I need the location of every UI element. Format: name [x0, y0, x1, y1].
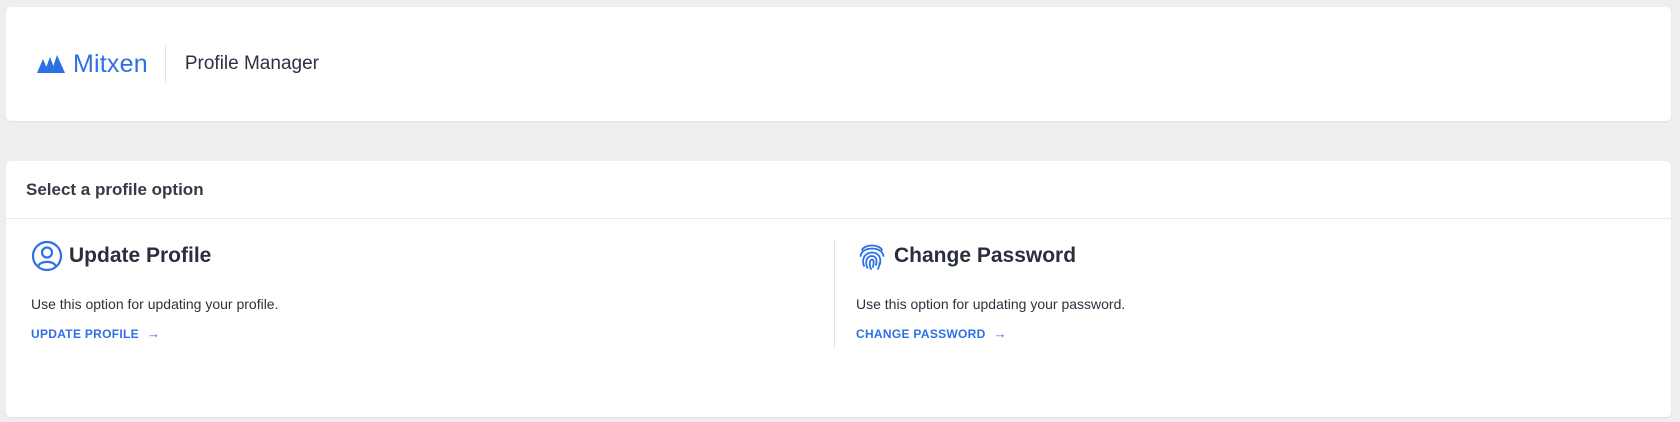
link-label: CHANGE PASSWORD: [856, 326, 986, 341]
profile-options-card: Select a profile option Update Profile U…: [6, 161, 1671, 417]
brand-logo[interactable]: Mitxen: [37, 44, 148, 84]
option-header: Change Password: [856, 240, 1670, 272]
link-label: UPDATE PROFILE: [31, 326, 139, 341]
arrow-right-icon: →: [146, 326, 161, 341]
update-profile-link[interactable]: UPDATE PROFILE →: [31, 326, 160, 341]
card-title: Select a profile option: [26, 179, 204, 199]
option-title: Update Profile: [69, 244, 212, 267]
profile-options: Update Profile Use this option for updat…: [6, 219, 1671, 348]
header-divider: [164, 46, 166, 82]
update-profile-option: Update Profile Use this option for updat…: [6, 240, 834, 348]
card-header: Select a profile option: [6, 161, 1671, 219]
change-password-option: Change Password Use this option for upda…: [834, 240, 1670, 348]
option-description: Use this option for updating your profil…: [31, 296, 279, 312]
option-description: Use this option for updating your passwo…: [856, 296, 1126, 312]
fingerprint-icon: [859, 244, 885, 270]
user-circle-icon: [31, 240, 63, 272]
arrow-right-icon: →: [993, 326, 1007, 341]
option-header: Update Profile: [31, 240, 834, 272]
app-header: Mitxen Profile Manager: [6, 7, 1671, 121]
change-password-link[interactable]: CHANGE PASSWORD →: [856, 326, 1007, 341]
app-title: Profile Manager: [184, 53, 319, 74]
mitxen-logo-icon: [37, 55, 65, 73]
option-title: Change Password: [894, 244, 1077, 267]
brand-name: Mitxen: [73, 49, 148, 78]
